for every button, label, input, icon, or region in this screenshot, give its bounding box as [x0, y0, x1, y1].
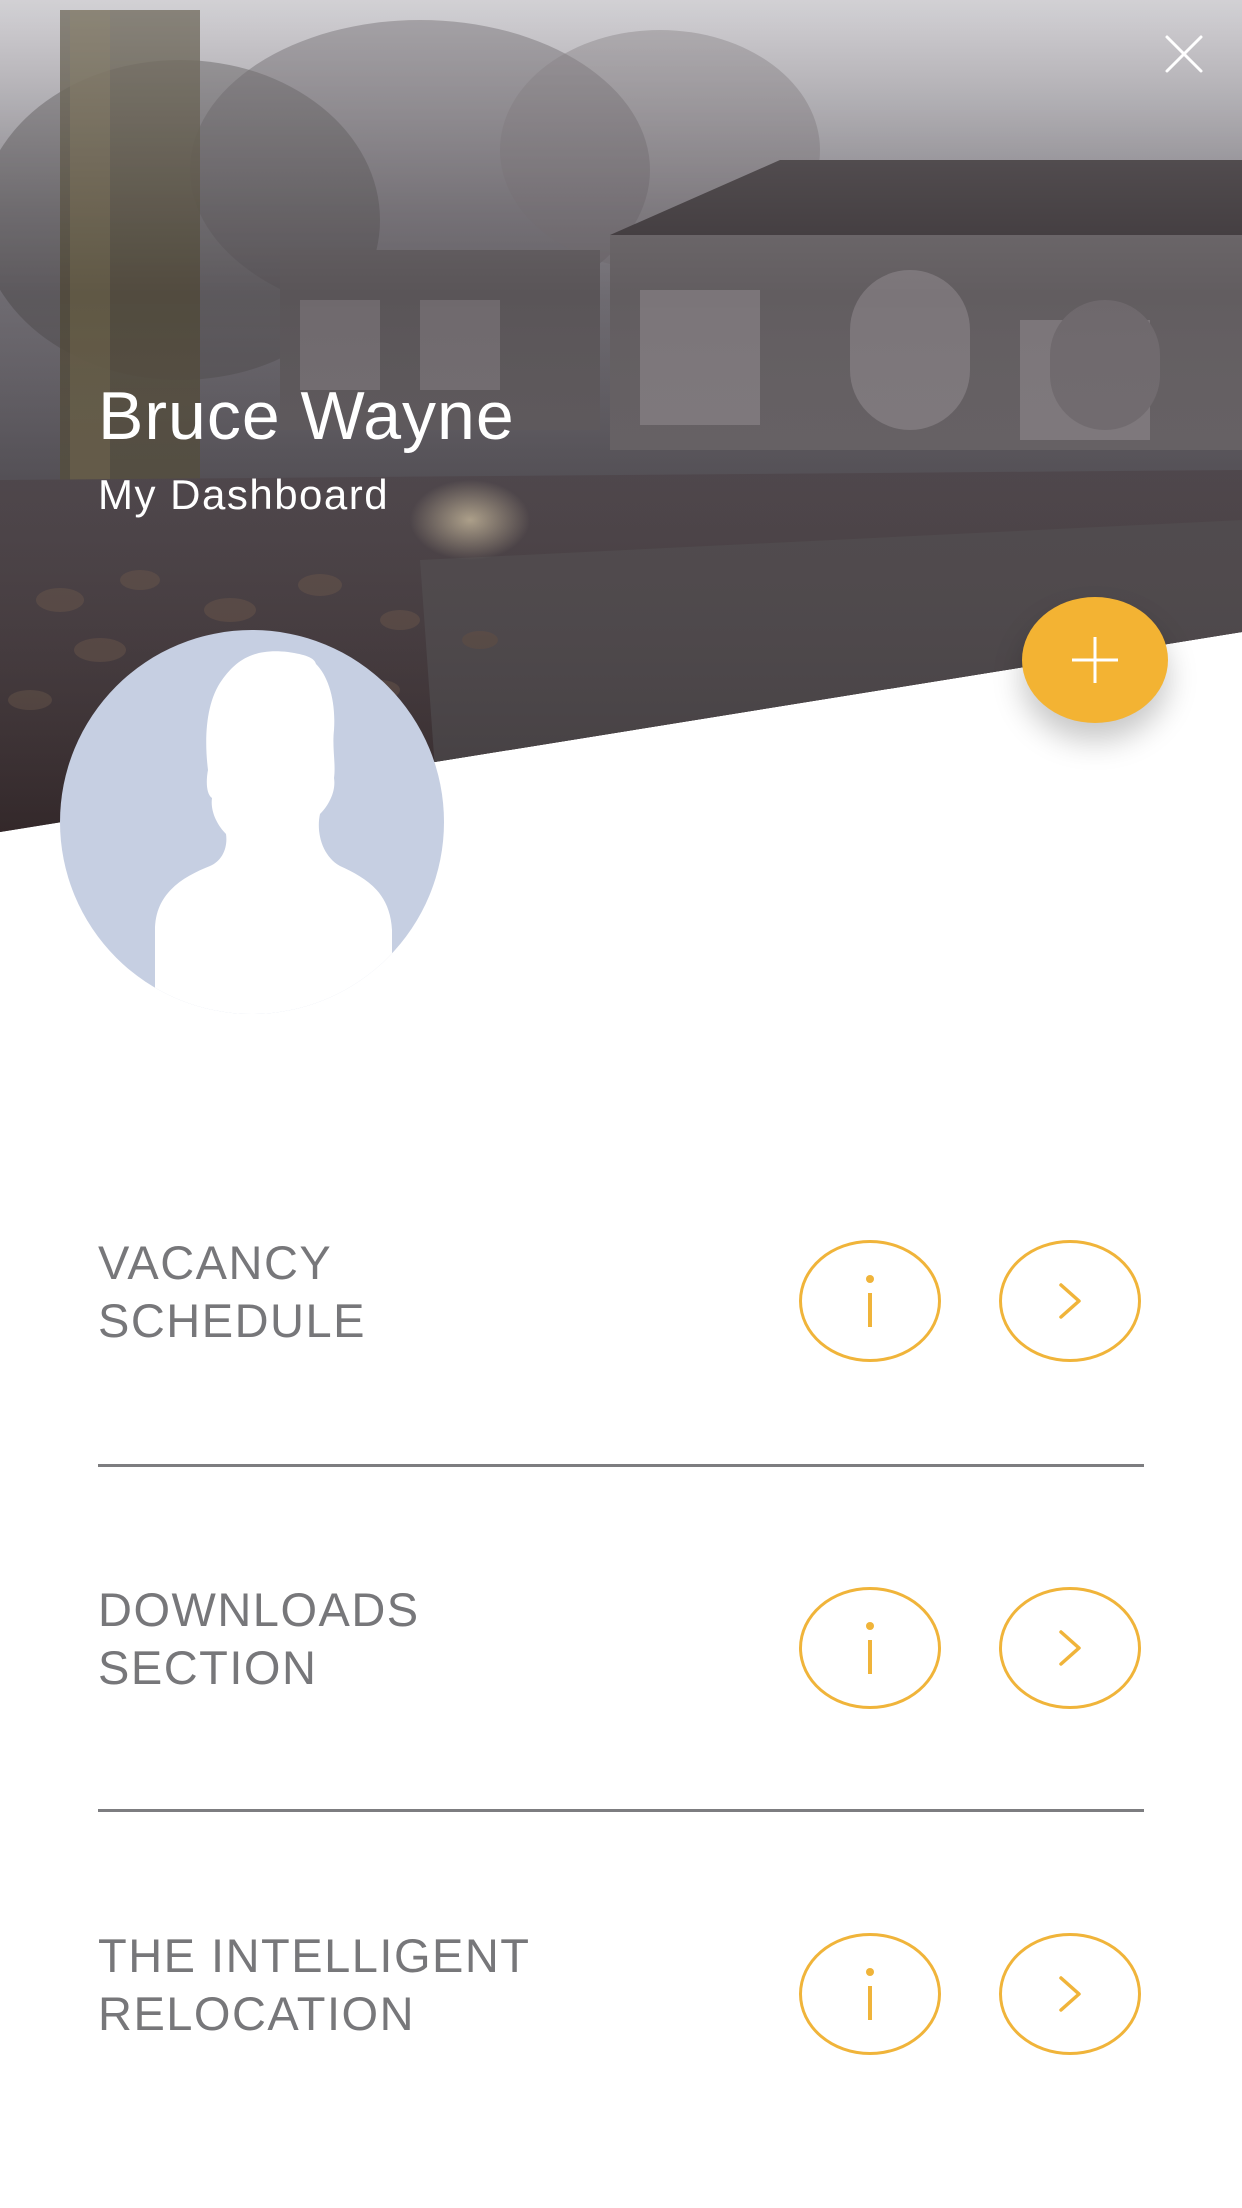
info-icon	[866, 1275, 874, 1327]
menu-item-label-line2: RELOCATION	[98, 1987, 416, 2040]
chevron-right-icon	[1059, 1283, 1081, 1319]
info-button[interactable]	[799, 1587, 941, 1709]
menu-item-label[interactable]: DOWNLOADS SECTION	[98, 1549, 778, 1729]
divider	[98, 1809, 1144, 1812]
menu-item-downloads-section: DOWNLOADS SECTION	[98, 1549, 1144, 1729]
menu-item-label-line2: SECTION	[98, 1641, 318, 1694]
open-button[interactable]	[999, 1933, 1141, 2055]
user-name: Bruce Wayne	[98, 378, 515, 454]
chevron-right-icon	[1059, 1630, 1081, 1666]
open-button[interactable]	[999, 1587, 1141, 1709]
menu-item-label-line2: SCHEDULE	[98, 1294, 366, 1347]
chevron-right-icon	[1059, 1976, 1081, 2012]
menu-item-label[interactable]: THE INTELLIGENT RELOCATION	[98, 1895, 778, 2075]
info-button[interactable]	[799, 1240, 941, 1362]
dashboard-screen: Bruce Wayne My Dashboard VACANCY SCHEDUL…	[0, 0, 1242, 2208]
add-button[interactable]	[1022, 597, 1168, 723]
info-icon	[866, 1968, 874, 2020]
close-icon	[1165, 35, 1203, 73]
page-subtitle: My Dashboard	[98, 471, 390, 518]
menu-item-label[interactable]: VACANCY SCHEDULE	[98, 1202, 778, 1382]
divider	[98, 1464, 1144, 1467]
avatar[interactable]	[60, 630, 444, 1014]
plus-icon	[1072, 637, 1118, 683]
menu-item-vacancy-schedule: VACANCY SCHEDULE	[98, 1202, 1144, 1382]
hero-text: Bruce Wayne My Dashboard	[98, 382, 515, 516]
menu-item-intelligent-relocation: THE INTELLIGENT RELOCATION	[98, 1895, 1144, 2075]
close-button[interactable]	[1156, 26, 1212, 82]
open-button[interactable]	[999, 1240, 1141, 1362]
user-silhouette-icon	[155, 651, 392, 1014]
info-icon	[866, 1622, 874, 1674]
menu-item-label-line1: VACANCY	[98, 1236, 333, 1289]
menu-item-label-line1: DOWNLOADS	[98, 1583, 420, 1636]
info-button[interactable]	[799, 1933, 941, 2055]
menu-item-label-line1: THE INTELLIGENT	[98, 1929, 531, 1982]
